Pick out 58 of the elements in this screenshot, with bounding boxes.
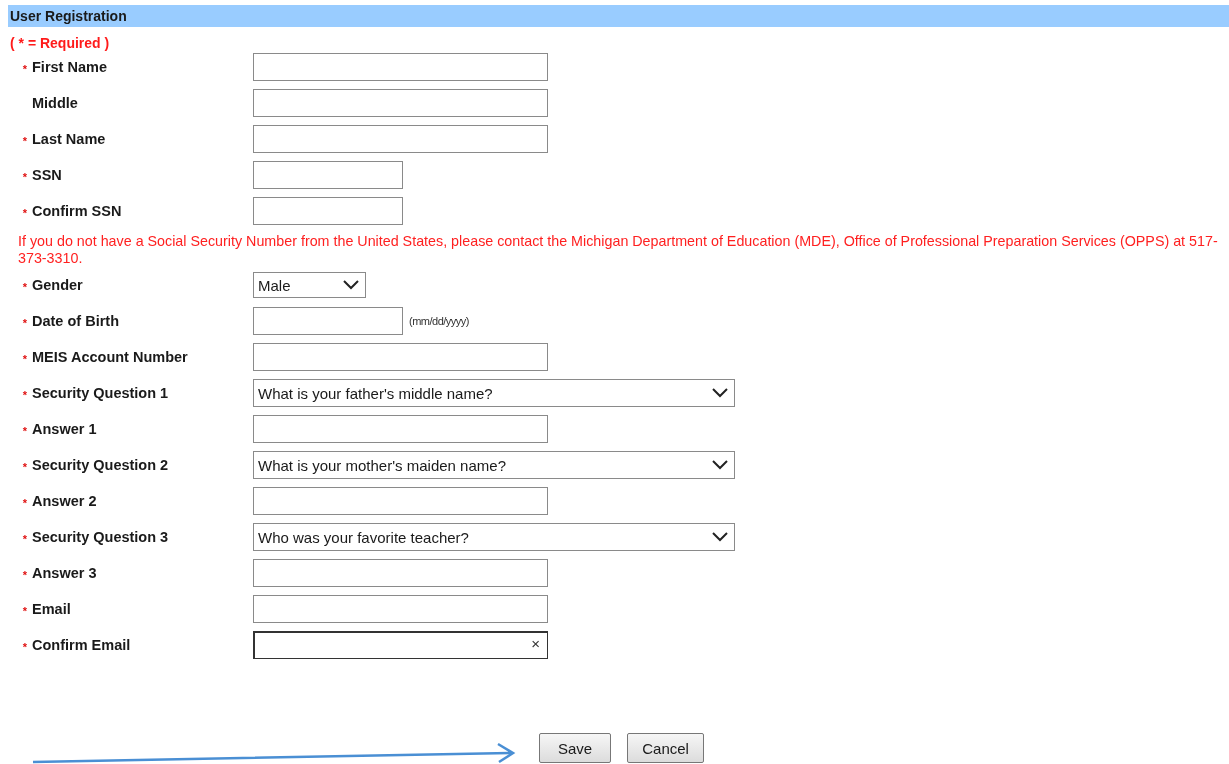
field-label: Middle (32, 95, 78, 111)
required-marker: * (21, 605, 29, 617)
clear-icon[interactable]: × (531, 636, 540, 652)
date-field[interactable] (253, 307, 403, 335)
text-field[interactable] (253, 415, 548, 443)
field-label: Confirm SSN (32, 203, 122, 219)
field-label: Security Question 3 (32, 529, 169, 545)
required-marker: * (21, 497, 29, 509)
field-label: MEIS Account Number (32, 349, 188, 365)
required-marker: * (21, 533, 29, 545)
field-label: Security Question 2 (32, 457, 169, 473)
dropdown[interactable]: Male (253, 272, 366, 298)
required-marker: * (21, 135, 29, 147)
field-label: Answer 2 (32, 493, 97, 509)
required-marker: * (21, 461, 29, 473)
text-field[interactable] (253, 487, 548, 515)
required-marker: * (21, 641, 29, 653)
required-marker: * (21, 389, 29, 401)
caret-icon (343, 280, 359, 290)
required-marker: * (21, 207, 29, 219)
caret-icon (712, 532, 728, 542)
ssn-notice: If you do not have a Social Security Number from the United States, please contact the Michigan Department of Education (MDE), Office of Professional Preparation Services (OPPS) at 517-373-3310. (18, 233, 1219, 267)
required-marker: * (21, 569, 29, 581)
dropdown[interactable]: Who was your favorite teacher? (253, 523, 735, 551)
required-marker: * (21, 353, 29, 365)
text-field[interactable] (253, 343, 548, 371)
required-marker: * (21, 281, 29, 293)
field-label: Security Question 1 (32, 385, 169, 401)
caret-icon (712, 460, 728, 470)
text-field[interactable] (253, 89, 548, 117)
text-field[interactable] (253, 595, 548, 623)
field-label: Answer 3 (32, 565, 97, 581)
date-format-hint: (mm/dd/yyyy) (409, 315, 469, 327)
cancel-button[interactable]: Cancel (627, 733, 704, 763)
text-field[interactable] (253, 197, 403, 225)
required-marker: * (21, 317, 29, 329)
text-field[interactable] (253, 161, 403, 189)
field-label: First Name (32, 59, 107, 75)
text-field[interactable] (253, 559, 548, 587)
field-label: Email (32, 601, 71, 617)
field-label: Gender (32, 277, 83, 293)
field-label: Confirm Email (32, 637, 131, 653)
save-button[interactable]: Save (539, 733, 612, 763)
text-field[interactable] (253, 125, 548, 153)
section-header: User Registration (8, 5, 1229, 27)
text-field[interactable] (253, 631, 548, 659)
dropdown[interactable]: What is your father's middle name? (253, 379, 735, 407)
field-label: Date of Birth (32, 313, 119, 329)
field-label: Answer 1 (32, 421, 97, 437)
dropdown[interactable]: What is your mother's maiden name? (253, 451, 735, 479)
field-label: Last Name (32, 131, 106, 147)
text-field[interactable] (253, 53, 548, 81)
required-legend: ( * = Required ) (10, 35, 1229, 51)
required-marker: * (21, 63, 29, 75)
caret-icon (712, 388, 728, 398)
required-marker: * (21, 171, 29, 183)
field-label: SSN (32, 167, 62, 183)
required-marker: * (21, 425, 29, 437)
